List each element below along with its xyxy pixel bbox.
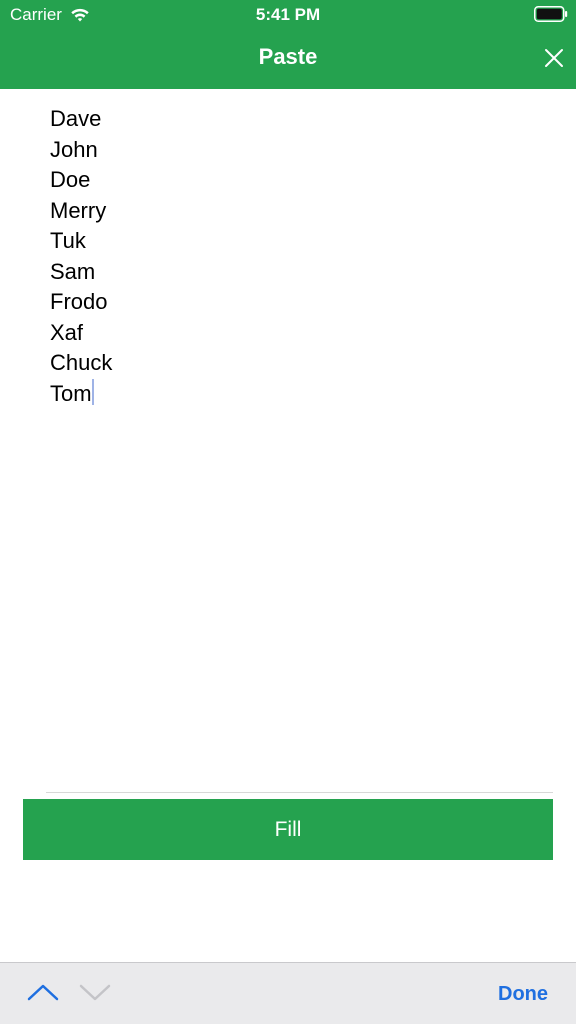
text-line: Tuk — [50, 228, 86, 253]
text-line: Dave — [50, 106, 102, 131]
text-line-content: Tom — [50, 380, 92, 406]
text-line: Frodo — [50, 289, 108, 314]
status-bar: Carrier 5:41 PM — [0, 0, 576, 30]
divider — [46, 792, 553, 793]
chevron-down-icon[interactable] — [78, 979, 112, 1005]
text-line: John — [50, 136, 98, 162]
text-caret — [91, 378, 94, 405]
text-line: Merry — [50, 197, 107, 223]
battery-icon — [534, 6, 568, 22]
paste-screen: Carrier 5:41 PM Paste Dave John Doe Merr… — [0, 0, 576, 1024]
fill-button[interactable]: Fill — [23, 799, 553, 860]
text-line: Xaf — [50, 319, 84, 345]
keyboard-toolbar: Done — [0, 962, 576, 1024]
text-line-last: Tom — [50, 378, 530, 410]
close-icon[interactable] — [542, 46, 566, 70]
text-line: Sam — [50, 258, 96, 284]
header: Carrier 5:41 PM Paste — [0, 0, 576, 89]
status-time: 5:41 PM — [255, 5, 321, 24]
done-button[interactable]: Done — [498, 983, 548, 1006]
chevron-up-icon[interactable] — [26, 979, 60, 1005]
paste-text-area[interactable]: Dave John Doe Merry Tuk Sam Frodo Xaf Ch… — [50, 104, 530, 784]
text-line: Chuck — [50, 350, 113, 375]
page-title: Paste — [258, 44, 318, 69]
text-line: Doe — [50, 167, 91, 192]
